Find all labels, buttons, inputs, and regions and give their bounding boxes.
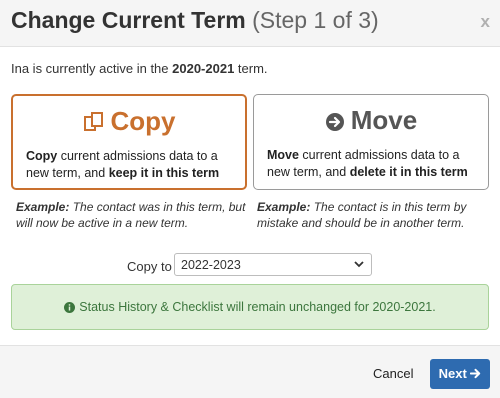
status-alert: Status History & Checklist will remain u… bbox=[11, 284, 489, 330]
move-option-card[interactable]: Move Move current admissions data to a n… bbox=[253, 94, 489, 190]
copy-desc-emph: keep it in this term bbox=[108, 166, 220, 180]
close-button[interactable]: x bbox=[481, 12, 490, 32]
move-desc-lead: Move bbox=[267, 148, 299, 162]
next-button-label: Next bbox=[438, 366, 467, 381]
move-desc-emph: delete it in this term bbox=[349, 165, 468, 179]
intro-text: Ina is currently active in the 2020-2021… bbox=[11, 61, 268, 76]
term-select[interactable]: 2022-2023 bbox=[174, 253, 372, 276]
cancel-button[interactable]: Cancel bbox=[373, 366, 413, 381]
chevron-down-icon bbox=[354, 261, 364, 268]
move-title-label: Move bbox=[350, 105, 418, 135]
move-example: Example: The contact is in this term by … bbox=[257, 199, 493, 231]
move-option-description: Move current admissions data to a new te… bbox=[267, 147, 480, 181]
copy-to-label: Copy to bbox=[127, 259, 172, 274]
dialog-footer: Cancel Next bbox=[0, 345, 500, 398]
info-circle-icon bbox=[64, 302, 76, 313]
term-select-value: 2022-2023 bbox=[181, 258, 241, 272]
dialog-title: Change Current Term (Step 1 of 3) bbox=[11, 7, 379, 34]
arrow-right-icon bbox=[470, 368, 481, 379]
copy-option-card[interactable]: Copy Copy current admissions data to a n… bbox=[11, 94, 247, 190]
copy-desc-lead: Copy bbox=[26, 149, 58, 163]
intro-after: term. bbox=[234, 61, 268, 76]
dialog-title-main: Change Current Term bbox=[11, 7, 246, 33]
dialog-title-step: (Step 1 of 3) bbox=[252, 7, 379, 33]
dialog-header: Change Current Term (Step 1 of 3) x bbox=[0, 0, 500, 47]
copy-option-title: Copy bbox=[13, 106, 245, 137]
intro-term: 2020-2021 bbox=[172, 61, 235, 76]
copy-example: Example: The contact was in this term, b… bbox=[16, 199, 252, 231]
copy-example-label: Example: bbox=[16, 200, 70, 214]
intro-before: Ina is currently active in the bbox=[11, 61, 173, 76]
move-example-label: Example: bbox=[257, 200, 311, 214]
move-option-title: Move bbox=[254, 105, 488, 136]
copy-title-label: Copy bbox=[110, 106, 176, 136]
status-alert-text: Status History & Checklist will remain u… bbox=[79, 300, 436, 314]
copy-icon bbox=[83, 112, 103, 131]
next-button[interactable]: Next bbox=[430, 359, 490, 389]
copy-option-description: Copy current admissions data to a new te… bbox=[26, 148, 237, 182]
arrow-circle-right-icon bbox=[325, 113, 344, 131]
